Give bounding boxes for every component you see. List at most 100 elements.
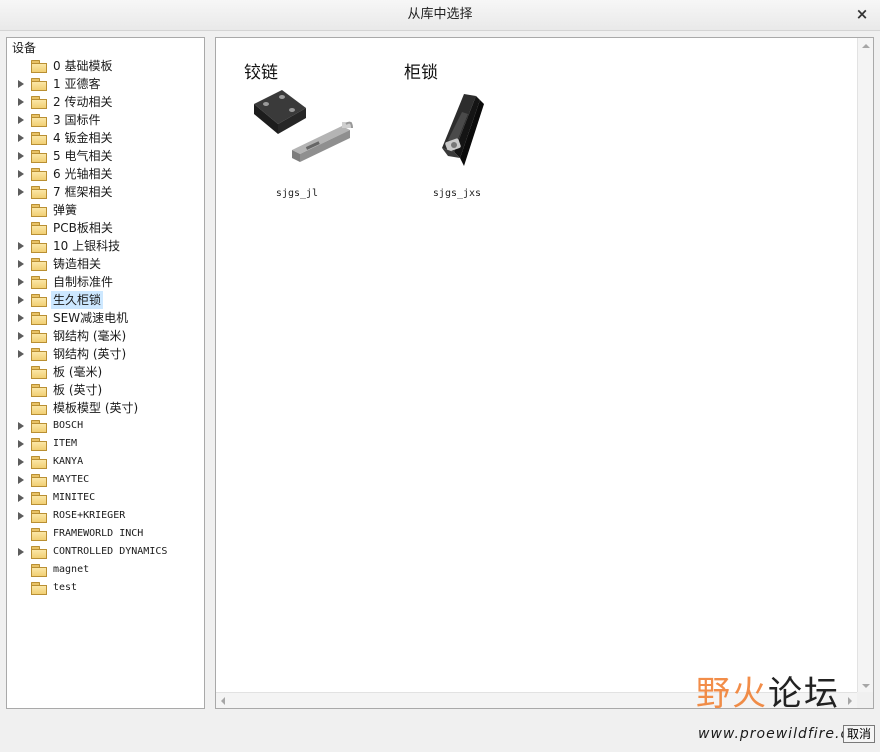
- tree-item[interactable]: 5 电气相关: [7, 147, 204, 165]
- tile-title: 铰链: [244, 63, 278, 83]
- folder-icon: [31, 402, 47, 415]
- expand-arrow-icon[interactable]: [17, 147, 27, 165]
- tree-item-label: 板 (毫米): [53, 365, 103, 379]
- tile-cabinet-lock[interactable]: 柜锁 sjgs_jxs: [392, 38, 522, 208]
- expand-arrow-icon[interactable]: [17, 165, 27, 183]
- folder-icon: [31, 78, 47, 91]
- tree-item[interactable]: PCB板相关: [7, 219, 204, 237]
- tree-item[interactable]: 6 光轴相关: [7, 165, 204, 183]
- tree-item[interactable]: 10 上银科技: [7, 237, 204, 255]
- folder-icon: [31, 132, 47, 145]
- tree-item-label: KANYA: [53, 456, 84, 467]
- folder-icon: [31, 528, 47, 541]
- tree-root-label[interactable]: 设备: [12, 39, 36, 57]
- expand-arrow-icon[interactable]: [17, 111, 27, 129]
- expand-arrow-icon[interactable]: [17, 75, 27, 93]
- tree-item[interactable]: 板 (英寸): [7, 381, 204, 399]
- expand-arrow-icon[interactable]: [17, 345, 27, 363]
- folder-icon: [31, 438, 47, 451]
- tree-item-label: MAYTEC: [53, 474, 90, 485]
- folder-icon: [31, 114, 47, 127]
- tree-item[interactable]: 钢结构 (英寸): [7, 345, 204, 363]
- folder-icon: [31, 456, 47, 469]
- tree-item[interactable]: MAYTEC: [7, 471, 204, 489]
- tree-item[interactable]: BOSCH: [7, 417, 204, 435]
- expand-arrow-icon[interactable]: [17, 327, 27, 345]
- folder-icon: [31, 384, 47, 397]
- tile-filename: sjgs_jxs: [432, 188, 482, 199]
- close-icon[interactable]: ×: [854, 6, 870, 22]
- tree-item[interactable]: 板 (毫米): [7, 363, 204, 381]
- tree-item[interactable]: 模板模型 (英寸): [7, 399, 204, 417]
- tile-filename: sjgs_jl: [275, 188, 319, 199]
- tree-item-label: 生久柜锁: [51, 291, 104, 309]
- expand-arrow-icon[interactable]: [17, 543, 27, 561]
- tree-item[interactable]: FRAMEWORLD INCH: [7, 525, 204, 543]
- expand-arrow-icon[interactable]: [17, 435, 27, 453]
- tree-item-label: magnet: [53, 564, 90, 575]
- expand-arrow-icon[interactable]: [17, 417, 27, 435]
- folder-icon: [31, 312, 47, 325]
- tree-item[interactable]: ITEM: [7, 435, 204, 453]
- tree-item[interactable]: 钢结构 (毫米): [7, 327, 204, 345]
- expand-arrow-icon[interactable]: [17, 183, 27, 201]
- tree-item[interactable]: 铸造相关: [7, 255, 204, 273]
- expand-arrow-icon[interactable]: [17, 255, 27, 273]
- folder-icon: [31, 474, 47, 487]
- watermark-text: 论坛: [768, 674, 840, 714]
- tree-item[interactable]: 1 亚德客: [7, 75, 204, 93]
- tree-item[interactable]: test: [7, 579, 204, 597]
- watermark-url: www.proewildfire.cn: [698, 726, 860, 742]
- expand-arrow-icon[interactable]: [17, 471, 27, 489]
- tree-item[interactable]: 3 国标件: [7, 111, 204, 129]
- expand-arrow-icon[interactable]: [17, 309, 27, 327]
- tree-item[interactable]: ROSE+KRIEGER: [7, 507, 204, 525]
- tree-item-label: 1 亚德客: [53, 77, 101, 91]
- library-tree[interactable]: 设备 0 基础模板 1 亚德客 2 传动相关 3 国标件 4 钣金相关 5 电气相关 6 光…: [6, 37, 205, 709]
- tree-item-label: 0 基础模板: [53, 59, 113, 73]
- tile-hinge[interactable]: 铰链 sjgs_jl: [232, 38, 362, 208]
- expand-arrow-icon[interactable]: [17, 93, 27, 111]
- expand-arrow-icon[interactable]: [17, 129, 27, 147]
- tree-item[interactable]: 自制标准件: [7, 273, 204, 291]
- tree-item-label: 4 钣金相关: [53, 131, 113, 145]
- tree-item-label: 模板模型 (英寸): [53, 401, 139, 415]
- tree-item[interactable]: 4 钣金相关: [7, 129, 204, 147]
- tree-item[interactable]: KANYA: [7, 453, 204, 471]
- tree-item-label: 钢结构 (英寸): [53, 347, 127, 361]
- watermark-logo: 野火论坛: [696, 672, 840, 716]
- scroll-left-icon[interactable]: [216, 693, 232, 708]
- tree-item-label: 弹簧: [53, 203, 78, 217]
- expand-arrow-icon[interactable]: [17, 453, 27, 471]
- folder-icon: [31, 258, 47, 271]
- tree-item[interactable]: 弹簧: [7, 201, 204, 219]
- expand-arrow-icon[interactable]: [17, 291, 27, 309]
- cancel-button[interactable]: 取消: [843, 725, 875, 743]
- expand-arrow-icon[interactable]: [17, 273, 27, 291]
- tree-item[interactable]: 7 框架相关: [7, 183, 204, 201]
- scroll-up-icon[interactable]: [858, 38, 873, 54]
- expand-arrow-icon[interactable]: [17, 489, 27, 507]
- tree-item[interactable]: 0 基础模板: [7, 57, 204, 75]
- tree-item[interactable]: SEW减速电机: [7, 309, 204, 327]
- expand-arrow-icon[interactable]: [17, 507, 27, 525]
- tree-item-label: PCB板相关: [53, 221, 113, 235]
- tree-item[interactable]: 2 传动相关: [7, 93, 204, 111]
- folder-icon: [31, 546, 47, 559]
- folder-icon: [31, 348, 47, 361]
- tree-list: 0 基础模板 1 亚德客 2 传动相关 3 国标件 4 钣金相关 5 电气相关 6 光轴相关…: [7, 57, 204, 597]
- tree-item-label: 3 国标件: [53, 113, 101, 127]
- vertical-scrollbar[interactable]: [857, 38, 873, 694]
- tree-item[interactable]: magnet: [7, 561, 204, 579]
- folder-icon: [31, 150, 47, 163]
- tree-item-label: test: [53, 582, 78, 593]
- folder-icon: [31, 204, 47, 217]
- expand-arrow-icon[interactable]: [17, 237, 27, 255]
- tree-item[interactable]: 生久柜锁: [7, 291, 204, 309]
- tree-item-label: CONTROLLED DYNAMICS: [53, 546, 168, 557]
- folder-icon: [31, 564, 47, 577]
- tree-item[interactable]: CONTROLLED DYNAMICS: [7, 543, 204, 561]
- tree-item[interactable]: MINITEC: [7, 489, 204, 507]
- hinge-icon: [254, 90, 353, 162]
- tree-item-label: 5 电气相关: [53, 149, 113, 163]
